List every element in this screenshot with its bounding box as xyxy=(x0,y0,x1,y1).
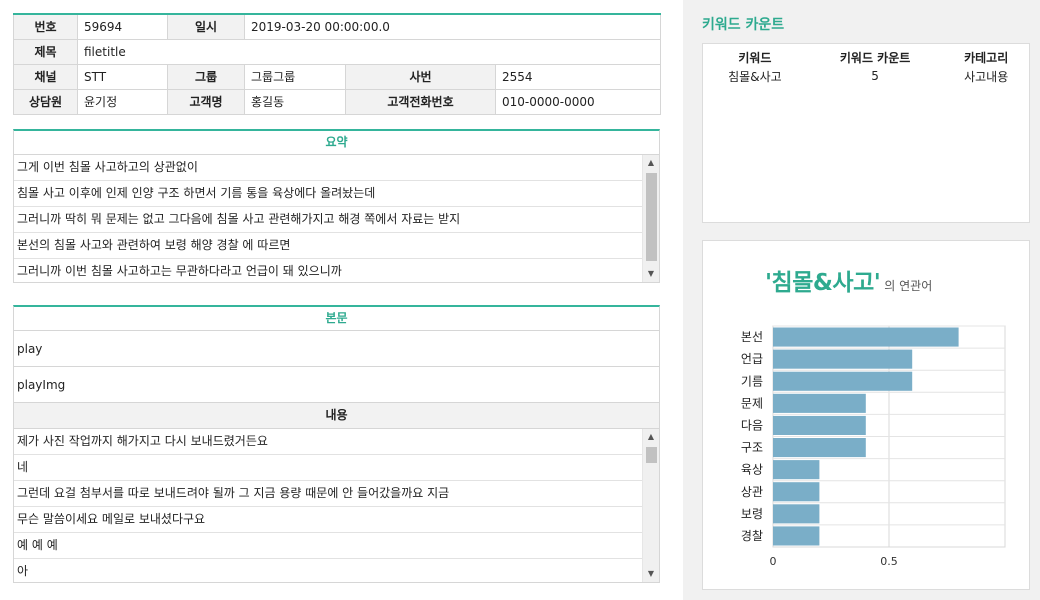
content-header: 내용 xyxy=(13,402,660,429)
content-line: 네 xyxy=(14,455,642,481)
bar-기름 xyxy=(773,371,913,391)
y-tick-label: 구조 xyxy=(741,441,763,455)
value-datetime: 2019-03-20 00:00:00.0 xyxy=(243,13,662,40)
summary-line: 본선의 침몰 사고와 관련하여 보령 해양 경찰 에 따르면 xyxy=(14,233,642,259)
value-agent: 윤기정 xyxy=(77,88,168,115)
keyword-cell: 침몰&사고 xyxy=(728,69,782,84)
summary-line: 침몰 사고 이후에 인제 인양 구조 하면서 기름 통을 육상에다 올려놨는데 xyxy=(14,181,642,207)
value-group: 그룹그룹 xyxy=(244,63,346,90)
y-tick-label: 경찰 xyxy=(741,529,763,543)
bar-chart-svg: 0 0.5 본선언급기름문제다음구조육상상관보령경찰 xyxy=(741,325,1006,568)
body-header: 본문 xyxy=(13,304,660,331)
label-datetime: 일시 xyxy=(167,13,245,40)
x-tick-label: 0 xyxy=(770,555,777,568)
content-list[interactable]: 제가 사진 작업까지 해가지고 다시 보내드렸거든요 네 그런데 요걸 첨부서를… xyxy=(13,428,660,583)
scroll-up-icon[interactable]: ▲ xyxy=(643,429,659,445)
label-title: 제목 xyxy=(13,38,78,65)
y-tick-label: 보령 xyxy=(741,507,763,521)
keyword-count-box: 키워드 키워드 카운트 카테고리 침몰&사고 5 사고내용 xyxy=(702,43,1030,223)
category-cell: 사고내용 xyxy=(964,69,1009,84)
value-emp-no: 2554 xyxy=(494,63,662,90)
detail-panel: 번호 59694 일시 2019-03-20 00:00:00.0 제목 fil… xyxy=(13,13,662,583)
summary-section: 요약 그게 이번 침몰 사고하고의 상관없이 침몰 사고 이후에 인제 인양 구… xyxy=(13,128,660,283)
y-tick-label: 언급 xyxy=(741,352,763,366)
content-line: 무슨 말씀이세요 메일로 보내셨다구요 xyxy=(14,507,642,533)
x-tick-label: 0.5 xyxy=(880,555,898,568)
summary-line: 그러니까 딱히 뭐 문제는 없고 그다음에 침몰 사고 관련해가지고 해경 쪽에… xyxy=(14,207,642,233)
keyword-table-header: 키워드 키워드 카운트 카테고리 xyxy=(703,44,1029,66)
y-tick-label: 육상 xyxy=(741,463,763,477)
related-words-chart: '침몰&사고' 의 연관어 0 0.5 본선 언급 기름 문제 다음 구조 육상 상관 보령 경찰 xyxy=(702,240,1030,590)
content-line: 그런데 요걸 첨부서를 따로 보내드려야 될까 그 지금 용량 때문에 안 들어… xyxy=(14,481,642,507)
scroll-down-icon[interactable]: ▼ xyxy=(643,566,659,582)
y-tick-label: 기름 xyxy=(741,374,763,388)
column-category: 카테고리 xyxy=(964,50,1009,65)
scroll-up-icon[interactable]: ▲ xyxy=(643,155,659,171)
bar-문제 xyxy=(773,393,866,413)
info-row: 제목 filetitle xyxy=(13,38,662,65)
bar-다음 xyxy=(773,415,866,435)
label-agent: 상담원 xyxy=(13,88,78,115)
label-emp-no: 사번 xyxy=(345,63,496,90)
scroll-thumb[interactable] xyxy=(646,446,657,463)
info-table: 번호 59694 일시 2019-03-20 00:00:00.0 제목 fil… xyxy=(13,13,662,115)
y-tick-label: 다음 xyxy=(741,418,763,432)
content-scrollbar[interactable]: ▲ ▼ xyxy=(642,428,659,582)
content-line: 예 예 예 xyxy=(14,533,642,559)
label-customer: 고객명 xyxy=(167,88,245,115)
summary-line: 그게 이번 침몰 사고하고의 상관없이 xyxy=(14,155,642,181)
y-tick-label: 상관 xyxy=(741,485,763,499)
value-customer: 홍길동 xyxy=(244,88,346,115)
play-row[interactable]: play xyxy=(13,330,660,367)
y-tick-label: 본선 xyxy=(741,330,763,344)
label-channel: 채널 xyxy=(13,63,78,90)
scroll-down-icon[interactable]: ▼ xyxy=(643,266,659,282)
label-no: 번호 xyxy=(13,13,78,40)
value-title: filetitle xyxy=(76,38,662,65)
content-line: 아 xyxy=(14,559,642,582)
bar-보령 xyxy=(773,504,820,524)
value-no: 59694 xyxy=(77,13,168,40)
keyword-count-title: 키워드 카운트 xyxy=(702,17,785,33)
bar-경찰 xyxy=(773,526,820,546)
value-channel: STT xyxy=(77,63,168,90)
column-count: 키워드 카운트 xyxy=(839,50,911,65)
bar-구조 xyxy=(773,438,866,458)
bar-상관 xyxy=(773,482,820,502)
count-cell: 5 xyxy=(871,69,879,83)
content-line: 제가 사진 작업까지 해가지고 다시 보내드렸거든요 xyxy=(14,429,642,455)
column-keyword: 키워드 xyxy=(738,50,772,65)
summary-scrollbar[interactable]: ▲ ▼ xyxy=(642,154,659,282)
play-img-row[interactable]: playImg xyxy=(13,366,660,403)
label-group: 그룹 xyxy=(167,63,245,90)
info-row: 상담원 윤기정 고객명 홍길동 고객전화번호 010-0000-0000 xyxy=(13,88,662,115)
label-phone: 고객전화번호 xyxy=(345,88,496,115)
y-tick-label: 문제 xyxy=(741,396,763,410)
scroll-thumb[interactable] xyxy=(646,172,657,261)
value-phone: 010-0000-0000 xyxy=(494,88,662,115)
summary-line: 그러니까 이번 침몰 사고하고는 무관하다라고 언급이 돼 있으니까 xyxy=(14,259,642,282)
keyword-count-table: 키워드 키워드 카운트 카테고리 침몰&사고 5 사고내용 xyxy=(703,44,1029,86)
summary-list[interactable]: 그게 이번 침몰 사고하고의 상관없이 침몰 사고 이후에 인제 인양 구조 하… xyxy=(13,154,660,283)
summary-header: 요약 xyxy=(13,128,660,155)
info-row: 채널 STT 그룹 그룹그룹 사번 2554 xyxy=(13,63,662,90)
table-row[interactable]: 침몰&사고 5 사고내용 xyxy=(703,66,1029,86)
bar-본선 xyxy=(773,327,959,347)
bar-육상 xyxy=(773,460,820,480)
info-row: 번호 59694 일시 2019-03-20 00:00:00.0 xyxy=(13,13,662,40)
bar-언급 xyxy=(773,349,913,369)
body-section: 본문 play playImg 내용 제가 사진 작업까지 해가지고 다시 보내… xyxy=(13,304,660,583)
